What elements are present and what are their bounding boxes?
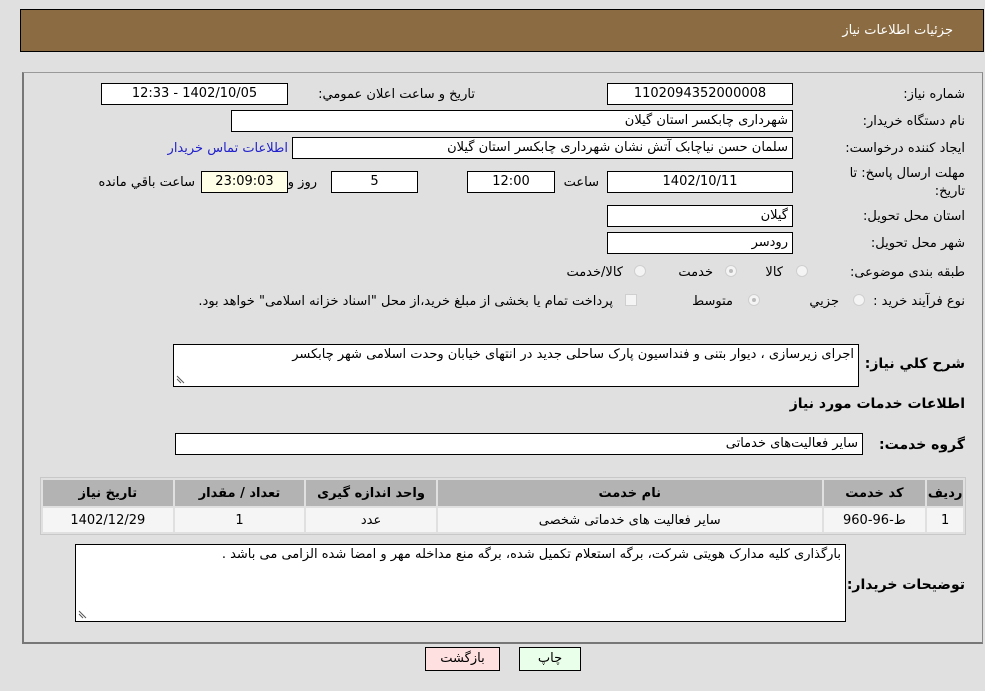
services-table: ردیف کد خدمت نام خدمت واحد اندازه گیری ت… bbox=[40, 477, 966, 535]
resize-grip-icon[interactable] bbox=[176, 375, 185, 384]
service-group-label: گروه خدمت: bbox=[879, 437, 965, 453]
creator-label: ایجاد کننده درخواست: bbox=[845, 141, 965, 156]
category-option-service: خدمت bbox=[678, 265, 713, 280]
cell-row-number: 1 bbox=[927, 508, 963, 532]
city-label: شهر محل تحویل: bbox=[870, 236, 965, 251]
process-option-medium: متوسط bbox=[692, 294, 733, 309]
category-radio-service[interactable] bbox=[725, 265, 737, 277]
deadline-time-label: ساعت bbox=[563, 175, 599, 190]
remaining-time-field: 23:09:03 bbox=[201, 171, 288, 193]
table-row: 1 ط-96-960 سایر فعالیت های خدماتی شخصی ع… bbox=[43, 508, 963, 532]
buyer-notes-text: بارگذاری کلیه مدارک هویتی شرکت، برگه است… bbox=[221, 547, 841, 562]
announce-label: تاریخ و ساعت اعلان عمومي: bbox=[318, 87, 475, 102]
resize-grip-icon[interactable] bbox=[78, 610, 87, 619]
category-option-goods-service: کالا/خدمت bbox=[566, 265, 623, 280]
description-label: شرح كلي نياز: bbox=[864, 356, 965, 372]
col-header-unit: واحد اندازه گیری bbox=[306, 480, 436, 506]
buyer-org-label: نام دستگاه خریدار: bbox=[862, 114, 965, 129]
process-radio-medium[interactable] bbox=[748, 294, 760, 306]
process-option-minor: جزیي bbox=[809, 294, 839, 309]
buyer-contact-link[interactable]: اطلاعات تماس خریدار bbox=[168, 141, 288, 156]
buyer-notes-label: توضیحات خریدار: bbox=[846, 577, 965, 593]
province-field: گیلان bbox=[607, 205, 793, 227]
cell-service-code: ط-96-960 bbox=[823, 508, 926, 532]
col-header-service-code: کد خدمت bbox=[823, 480, 926, 506]
category-radio-goods[interactable] bbox=[796, 265, 808, 277]
process-radio-minor[interactable] bbox=[853, 294, 865, 306]
deadline-label: مهلت ارسال پاسخ: تا تاریخ: bbox=[849, 166, 965, 199]
print-button[interactable]: چاپ bbox=[519, 647, 581, 671]
deadline-time-field: 12:00 bbox=[467, 171, 555, 193]
buyer-notes-textarea[interactable]: بارگذاری کلیه مدارک هویتی شرکت، برگه است… bbox=[75, 544, 846, 622]
category-option-goods: کالا bbox=[765, 265, 783, 280]
creator-field: سلمان حسن نیاچابک آتش نشان شهرداری چابکس… bbox=[292, 137, 793, 159]
remaining-days-field: 5 bbox=[331, 171, 418, 193]
cell-quantity: 1 bbox=[174, 508, 305, 532]
page-title: جزئیات اطلاعات نیاز bbox=[842, 23, 953, 38]
col-header-need-date: تاریخ نیاز bbox=[43, 480, 173, 506]
cell-unit: عدد bbox=[306, 508, 436, 532]
service-group-field: سایر فعالیت‌های خدماتی bbox=[175, 433, 863, 455]
deadline-date-field: 1402/10/11 bbox=[607, 171, 793, 193]
description-text: اجرای زیرسازی ، دیوار بتنی و فنداسیون پا… bbox=[292, 347, 854, 362]
cell-need-date: 1402/12/29 bbox=[43, 508, 173, 532]
process-label: نوع فرآیند خرید : bbox=[873, 294, 965, 309]
category-label: طبقه بندی موضوعی: bbox=[849, 265, 965, 280]
page-header: جزئیات اطلاعات نیاز bbox=[20, 9, 984, 52]
need-number-field: 1102094352000008 bbox=[607, 83, 793, 105]
col-header-quantity: تعداد / مقدار bbox=[174, 480, 305, 506]
table-header-row: ردیف کد خدمت نام خدمت واحد اندازه گیری ت… bbox=[43, 480, 963, 506]
remaining-time-label: ساعت باقي مانده bbox=[98, 175, 195, 190]
days-label: روز و bbox=[287, 175, 317, 190]
col-header-service-name: نام خدمت bbox=[437, 480, 822, 506]
treasury-checkbox[interactable] bbox=[625, 294, 637, 306]
cell-service-name: سایر فعالیت های خدماتی شخصی bbox=[437, 508, 822, 532]
announce-datetime-field: 1402/10/05 - 12:33 bbox=[101, 83, 288, 105]
city-field: رودسر bbox=[607, 232, 793, 254]
back-button[interactable]: بازگشت bbox=[425, 647, 500, 671]
province-label: استان محل تحویل: bbox=[863, 209, 965, 224]
treasury-checkbox-label: پرداخت تمام یا بخشی از مبلغ خرید،از محل … bbox=[198, 294, 613, 309]
services-heading: اطلاعات خدمات مورد نیاز bbox=[789, 396, 965, 412]
category-radio-goods-service[interactable] bbox=[634, 265, 646, 277]
description-textarea[interactable]: اجرای زیرسازی ، دیوار بتنی و فنداسیون پا… bbox=[173, 344, 859, 387]
col-header-row-number: ردیف bbox=[927, 480, 963, 506]
buyer-org-field: شهرداری چابکسر استان گیلان bbox=[231, 110, 793, 132]
need-number-label: شماره نیاز: bbox=[903, 87, 965, 102]
